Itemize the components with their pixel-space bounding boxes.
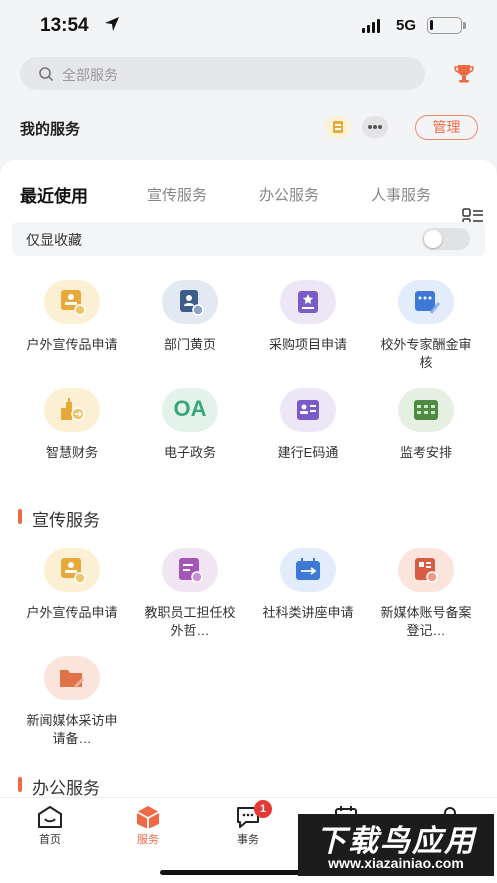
watermark-logo: 下载鸟应用 www.xiazainiao.com bbox=[298, 814, 494, 876]
tab-office[interactable]: 办公服务 bbox=[259, 184, 319, 205]
billboard-icon bbox=[44, 280, 100, 324]
oa-icon-text: OA bbox=[173, 396, 207, 421]
service-item-e-government[interactable]: OA 电子政务 bbox=[130, 388, 250, 462]
notification-badge: 1 bbox=[254, 800, 272, 818]
oa-icon: OA bbox=[162, 388, 218, 432]
service-item-label: 监考安排 bbox=[399, 445, 452, 460]
tab-personnel[interactable]: 人事服务 bbox=[371, 184, 431, 205]
billboard-icon bbox=[333, 121, 343, 133]
search-icon bbox=[39, 67, 54, 82]
watermark-url: www.xiazainiao.com bbox=[328, 855, 464, 871]
location-arrow-icon bbox=[105, 17, 119, 31]
watermark-title: 下载鸟应用 bbox=[316, 825, 476, 858]
service-item-label: 户外宣传品申请 bbox=[26, 605, 118, 620]
service-item-label: 户外宣传品申请 bbox=[26, 337, 118, 352]
lecture-calendar-icon bbox=[280, 548, 336, 592]
services-panel: 最近使用 宣传服务 办公服务 人事服务 仅显收藏 户外宣传品申请 部门黄页 采购… bbox=[0, 160, 497, 800]
service-item-outdoor-publicity-2[interactable]: 户外宣传品申请 bbox=[12, 548, 132, 622]
id-card-icon bbox=[280, 388, 336, 432]
nav-affairs[interactable]: 1 事务 bbox=[218, 800, 278, 847]
tab-publicity[interactable]: 宣传服务 bbox=[147, 184, 207, 205]
battery-icon bbox=[427, 17, 462, 34]
service-item-label: 部门黄页 bbox=[163, 337, 216, 352]
service-item-expert-pay-review[interactable]: 校外专家酬金审核 bbox=[366, 280, 486, 372]
billboard-icon bbox=[44, 548, 100, 592]
calendar-grid-icon bbox=[398, 388, 454, 432]
service-item-label: 智慧财务 bbox=[45, 445, 98, 460]
service-item-label: 校外专家酬金审核 bbox=[380, 337, 472, 370]
finance-building-icon bbox=[44, 388, 100, 432]
my-services-title: 我的服务 bbox=[20, 121, 81, 138]
status-time: 13:54 bbox=[40, 15, 89, 36]
staff-doc-icon bbox=[162, 548, 218, 592]
service-item-staff-external-post[interactable]: 教职员工担任校外哲… bbox=[130, 548, 250, 640]
service-item-dept-directory[interactable]: 部门黄页 bbox=[130, 280, 250, 354]
services-cube-icon bbox=[136, 806, 160, 829]
media-account-icon bbox=[398, 548, 454, 592]
service-item-label: 新媒体账号备案登记… bbox=[380, 605, 472, 638]
service-item-new-media-account[interactable]: 新媒体账号备案登记… bbox=[366, 548, 486, 640]
home-icon bbox=[38, 806, 62, 828]
service-item-label: 教职员工担任校外哲… bbox=[144, 605, 236, 638]
nav-label: 事务 bbox=[237, 834, 259, 846]
trophy-icon[interactable] bbox=[453, 62, 475, 84]
favorites-only-label: 仅显收藏 bbox=[26, 232, 82, 248]
nav-services[interactable]: 服务 bbox=[118, 804, 178, 847]
top-area: 全部服务 我的服务 管理 bbox=[0, 44, 497, 152]
service-item-label: 电子政务 bbox=[163, 445, 216, 460]
service-item-exam-schedule[interactable]: 监考安排 bbox=[366, 388, 486, 462]
favorites-filter-row: 仅显收藏 bbox=[12, 222, 485, 256]
section-title-publicity: 宣传服务 bbox=[18, 506, 100, 531]
nav-home[interactable]: 首页 bbox=[20, 804, 80, 847]
service-item-media-interview[interactable]: 新闻媒体采访申请备… bbox=[12, 656, 132, 748]
purchase-doc-icon bbox=[280, 280, 336, 324]
folder-edit-icon bbox=[44, 656, 100, 700]
service-item-social-science-lecture[interactable]: 社科类讲座申请 bbox=[248, 548, 368, 622]
nav-label: 首页 bbox=[39, 834, 61, 846]
service-item-label: 建行E码通 bbox=[277, 445, 339, 460]
service-item-label: 新闻媒体采访申请备… bbox=[26, 713, 118, 746]
battery-cap bbox=[463, 22, 466, 29]
search-placeholder: 全部服务 bbox=[62, 67, 118, 83]
service-item-ccb-ecode[interactable]: 建行E码通 bbox=[248, 388, 368, 462]
more-dots-icon bbox=[368, 125, 382, 129]
service-item-smart-finance[interactable]: 智慧财务 bbox=[12, 388, 132, 462]
network-type: 5G bbox=[396, 17, 417, 34]
category-tabs: 最近使用 宣传服务 办公服务 人事服务 bbox=[0, 182, 497, 237]
toggle-knob bbox=[424, 230, 442, 248]
service-item-purchase-request[interactable]: 采购项目申请 bbox=[248, 280, 368, 354]
my-service-shortcut[interactable] bbox=[325, 116, 351, 138]
service-item-label: 采购项目申请 bbox=[268, 337, 347, 352]
tab-recent[interactable]: 最近使用 bbox=[20, 182, 88, 207]
more-services-button[interactable] bbox=[362, 116, 388, 138]
search-bar[interactable]: 全部服务 bbox=[20, 57, 425, 90]
expert-pay-icon bbox=[398, 280, 454, 324]
signal-icon bbox=[362, 19, 380, 33]
favorites-only-toggle[interactable] bbox=[422, 228, 470, 250]
service-item-outdoor-publicity[interactable]: 户外宣传品申请 bbox=[12, 280, 132, 354]
nav-label: 服务 bbox=[137, 834, 159, 846]
service-item-label: 社科类讲座申请 bbox=[262, 605, 354, 620]
contacts-book-icon bbox=[162, 280, 218, 324]
manage-button[interactable]: 管理 bbox=[415, 115, 478, 140]
section-title-office: 办公服务 bbox=[18, 774, 100, 799]
